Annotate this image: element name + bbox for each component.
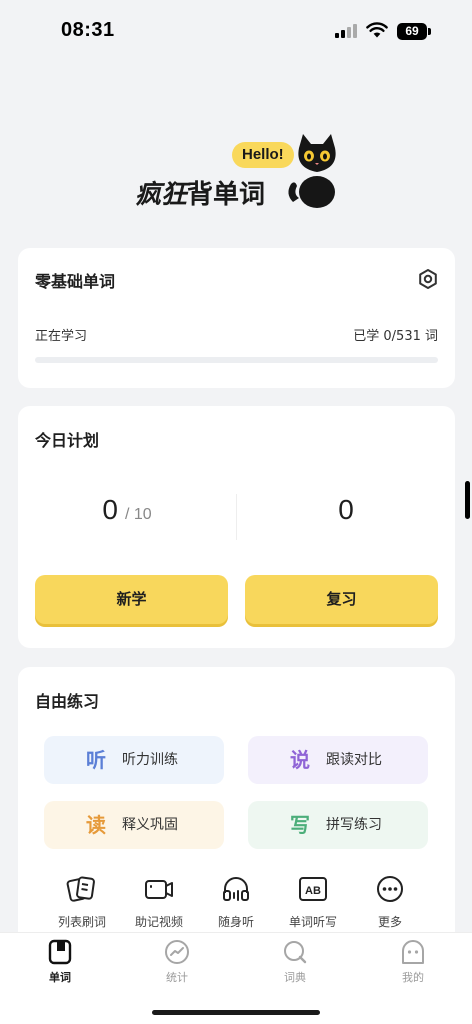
new-words-target: / 10 xyxy=(124,506,152,523)
mode-label: 拼写练习 xyxy=(326,817,382,833)
wifi-icon xyxy=(366,22,388,38)
search-icon xyxy=(284,941,307,964)
svg-text:AB: AB xyxy=(305,885,321,897)
spelling-practice-button[interactable]: 写 拼写练习 xyxy=(248,801,428,849)
daily-plan-card: 今日计划 0 / 10 0 新学 复习 xyxy=(18,406,455,648)
ab-box-icon: AB xyxy=(299,877,327,901)
tab-words[interactable]: 单词 xyxy=(20,939,100,985)
cards-icon xyxy=(66,876,95,902)
mode-label: 听力训练 xyxy=(122,752,178,768)
listening-training-button[interactable]: 听 听力训练 xyxy=(44,736,224,784)
tab-dictionary[interactable]: 词典 xyxy=(255,939,335,985)
new-learn-button[interactable]: 新学 xyxy=(35,575,228,624)
learned-count: 已学 0/531 词 xyxy=(353,329,438,344)
free-practice-title: 自由练习 xyxy=(35,692,100,711)
status-time: 08:31 xyxy=(61,19,115,41)
meaning-review-button[interactable]: 读 释义巩固 xyxy=(44,801,224,849)
tool-label: 助记视频 xyxy=(134,915,183,929)
new-words-count: 0 xyxy=(102,494,118,525)
tool-label: 列表刷词 xyxy=(57,915,106,929)
more-icon xyxy=(377,876,403,902)
settings-icon[interactable] xyxy=(417,268,439,290)
battery-icon: 69 xyxy=(397,23,431,40)
app-logo: 疯狂背单词 Hello! xyxy=(130,132,350,212)
wordbook-card[interactable]: 零基础单词 正在学习 已学 0/531 词 xyxy=(18,248,455,388)
listen-glyph-icon: 听 xyxy=(86,748,106,772)
app-logo-title: 疯狂背单词 xyxy=(135,180,266,210)
wordbook-title: 零基础单词 xyxy=(35,272,116,291)
review-button[interactable]: 复习 xyxy=(245,575,438,624)
tool-label: 单词听写 xyxy=(288,915,337,929)
book-icon xyxy=(48,939,72,965)
portable-listen-tool[interactable]: 随身听 xyxy=(196,873,276,930)
tab-label: 我的 xyxy=(402,971,424,984)
cellular-signal-icon xyxy=(335,24,359,38)
read-glyph-icon: 读 xyxy=(86,813,106,837)
speak-glyph-icon: 说 xyxy=(290,748,310,772)
tool-label: 更多 xyxy=(377,915,402,929)
mode-label: 跟读对比 xyxy=(326,752,382,768)
daily-plan-title: 今日计划 xyxy=(35,431,100,450)
dictation-tool[interactable]: AB 单词听写 xyxy=(273,873,353,930)
black-cat-mascot-icon xyxy=(288,134,336,208)
free-practice-card: 自由练习 听 听力训练 说 跟读对比 读 释义巩固 写 拼写练习 列表刷词 助记… xyxy=(18,667,455,947)
tab-stats[interactable]: 统计 xyxy=(137,939,217,985)
tab-label: 单词 xyxy=(49,971,71,984)
tab-label: 统计 xyxy=(166,971,188,984)
new-words-counter: 0 / 10 xyxy=(18,494,236,526)
tool-label: 随身听 xyxy=(217,915,254,929)
chart-icon xyxy=(165,940,189,964)
shadow-reading-button[interactable]: 说 跟读对比 xyxy=(248,736,428,784)
tab-profile[interactable]: 我的 xyxy=(373,939,453,985)
headphones-icon xyxy=(223,877,249,901)
learning-progress-bar xyxy=(35,357,438,363)
word-list-tool[interactable]: 列表刷词 xyxy=(42,873,122,930)
mode-label: 释义巩固 xyxy=(122,817,178,833)
write-glyph-icon: 写 xyxy=(290,813,310,837)
learning-status-label: 正在学习 xyxy=(35,329,88,344)
status-bar: 08:31 69 xyxy=(0,0,472,62)
home-indicator[interactable] xyxy=(152,1010,320,1015)
review-words-count: 0 xyxy=(338,494,354,525)
tab-label: 词典 xyxy=(284,971,306,984)
mnemonic-video-tool[interactable]: 助记视频 xyxy=(119,873,199,930)
profile-icon xyxy=(402,940,424,964)
video-camera-icon xyxy=(145,880,173,899)
scrollbar[interactable] xyxy=(465,481,470,519)
battery-level: 69 xyxy=(397,23,427,40)
more-tool[interactable]: 更多 xyxy=(350,873,430,930)
